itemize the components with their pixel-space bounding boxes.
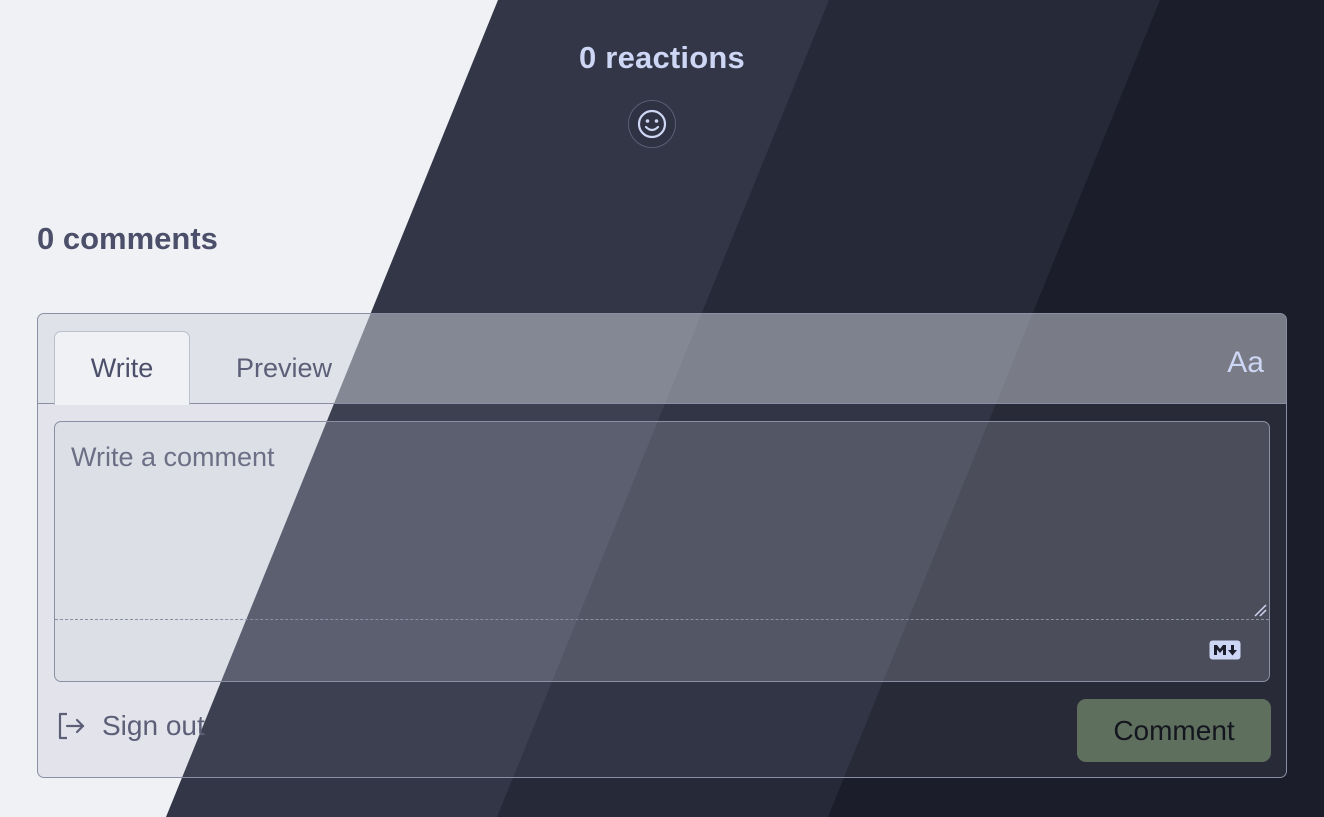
- font-toggle-button[interactable]: Aa: [1227, 346, 1264, 380]
- comment-submit-button[interactable]: Comment: [1077, 699, 1271, 762]
- comment-input[interactable]: [55, 422, 1269, 619]
- comments-count: 0 comments: [37, 221, 218, 256]
- editor-divider: [55, 619, 1269, 620]
- tab-preview[interactable]: Preview: [213, 331, 355, 405]
- smiley-icon: [637, 109, 667, 139]
- tab-write[interactable]: Write: [54, 331, 190, 405]
- comment-editor: [54, 421, 1270, 682]
- comment-form: Write Preview Aa Sign out Comment: [37, 313, 1287, 778]
- markdown-icon: [1209, 640, 1241, 660]
- editor-tab-bar: Write Preview Aa: [38, 314, 1286, 405]
- add-reaction-button[interactable]: [628, 100, 676, 148]
- sign-out-button[interactable]: Sign out: [56, 710, 205, 742]
- resize-handle-icon[interactable]: [1253, 603, 1267, 617]
- reactions-count: 0 reactions: [579, 40, 745, 75]
- sign-out-label: Sign out: [102, 710, 205, 741]
- sign-out-icon: [58, 712, 85, 740]
